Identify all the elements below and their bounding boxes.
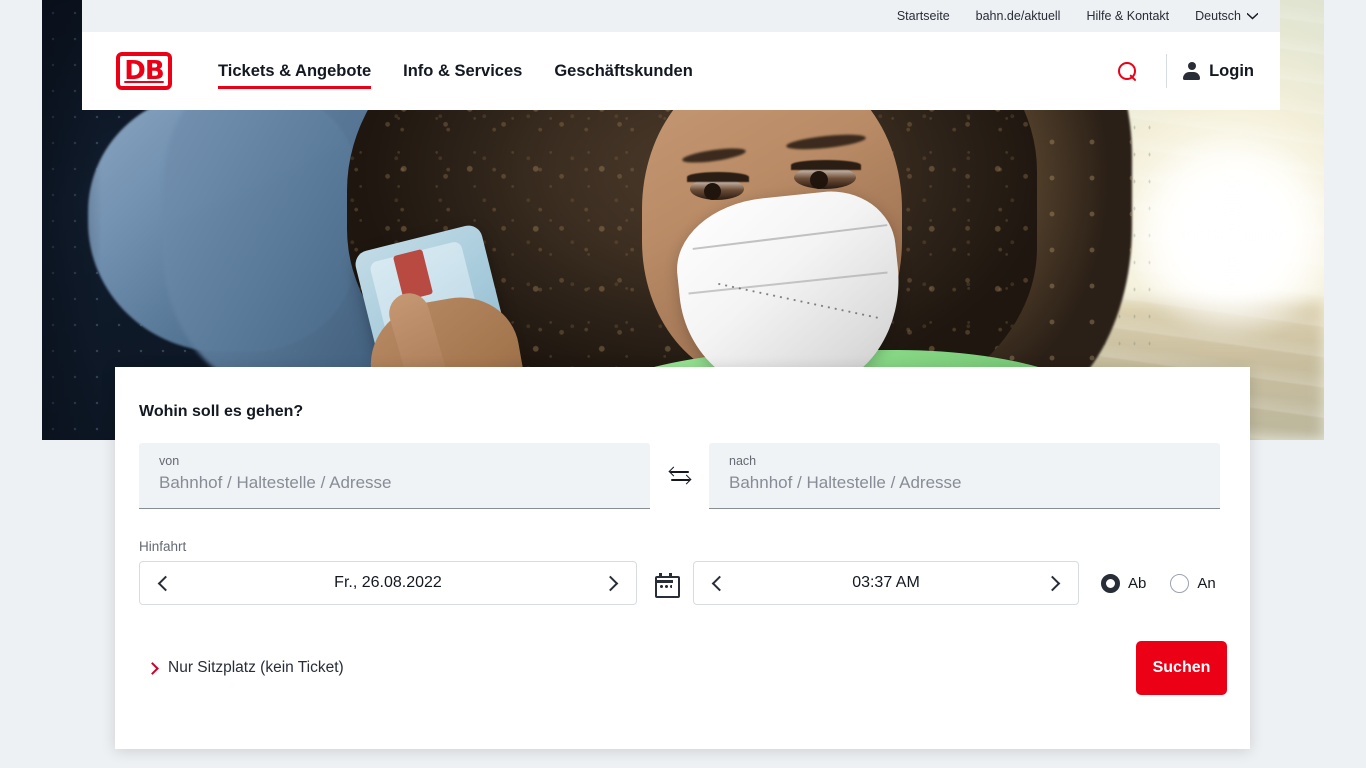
nav-item-tickets-angebote[interactable]: Tickets & Angebote [202, 40, 387, 103]
swap-arrows-icon [668, 466, 691, 486]
radio-an-label: An [1197, 574, 1216, 592]
pupil-right [810, 171, 828, 189]
navbar-divider [1166, 54, 1168, 88]
eyelid-left [687, 172, 749, 182]
radio-an[interactable]: An [1170, 573, 1216, 593]
db-logo[interactable]: DB [116, 52, 172, 90]
chevron-left-icon [157, 575, 174, 591]
time-stepper: 03:37 AM [693, 561, 1079, 605]
chevron-right-icon [146, 661, 159, 675]
page-root: Startseite bahn.de/aktuell Hilfe & Konta… [0, 0, 1366, 768]
datetime-row: Fr., 26.08.2022 03:37 AM Ab An [139, 561, 1226, 605]
language-selector[interactable]: Deutsch [1195, 9, 1258, 23]
radio-ab-dot [1101, 573, 1120, 593]
chevron-left-icon [711, 575, 728, 591]
login-button[interactable]: Login [1183, 62, 1254, 81]
eyelid-right [791, 160, 861, 170]
card-footer: Nur Sitzplatz (kein Ticket) Suchen [139, 641, 1227, 695]
search-button[interactable] [1104, 48, 1150, 94]
location-row: von nach [139, 443, 1226, 509]
from-input[interactable] [159, 470, 630, 493]
main-navbar: DB Tickets & Angebote Info & Services Ge… [82, 32, 1280, 110]
radio-an-dot [1170, 573, 1190, 593]
chevron-right-icon [1044, 575, 1061, 591]
seat-only-link[interactable]: Nur Sitzplatz (kein Ticket) [146, 659, 344, 677]
from-field[interactable]: von [139, 443, 650, 509]
nav-item-geschaeftskunden[interactable]: Geschäftskunden [538, 40, 708, 103]
swap-stations-button[interactable] [650, 443, 709, 509]
person-icon [1183, 62, 1201, 80]
to-input[interactable] [729, 470, 1200, 493]
search-submit-button[interactable]: Suchen [1136, 641, 1227, 695]
utility-link-aktuell[interactable]: bahn.de/aktuell [976, 9, 1061, 23]
to-field[interactable]: nach [709, 443, 1220, 509]
calendar-button[interactable] [637, 561, 693, 605]
trip-direction-label: Hinfahrt [139, 539, 187, 554]
radio-ab-label: Ab [1128, 574, 1147, 592]
chevron-right-icon [602, 575, 619, 591]
nav-item-info-services[interactable]: Info & Services [387, 40, 538, 103]
date-next-button[interactable] [588, 562, 636, 604]
card-title: Wohin soll es gehen? [139, 403, 304, 420]
calendar-icon [654, 572, 680, 598]
search-icon [1117, 61, 1137, 81]
from-label: von [159, 454, 180, 468]
navbar-actions: Login [1104, 48, 1254, 94]
time-prev-button[interactable] [694, 562, 742, 604]
sun-glare [1127, 130, 1324, 340]
language-label: Deutsch [1195, 9, 1241, 23]
login-label: Login [1209, 61, 1254, 80]
utility-bar: Startseite bahn.de/aktuell Hilfe & Konta… [82, 0, 1280, 32]
journey-search-card: Wohin soll es gehen? von nach Hinfahrt [115, 367, 1250, 749]
seat-only-label: Nur Sitzplatz (kein Ticket) [168, 659, 344, 676]
to-label: nach [729, 454, 757, 468]
utility-link-hilfe-kontakt[interactable]: Hilfe & Kontakt [1086, 9, 1169, 23]
date-prev-button[interactable] [140, 562, 188, 604]
time-value[interactable]: 03:37 AM [742, 574, 1030, 592]
date-value[interactable]: Fr., 26.08.2022 [188, 574, 588, 592]
utility-link-startseite[interactable]: Startseite [897, 9, 950, 23]
primary-nav: Tickets & Angebote Info & Services Gesch… [202, 40, 709, 103]
chevron-down-icon [1247, 12, 1258, 20]
radio-ab[interactable]: Ab [1101, 573, 1147, 593]
date-stepper: Fr., 26.08.2022 [139, 561, 637, 605]
time-next-button[interactable] [1030, 562, 1078, 604]
pupil-left [704, 183, 721, 200]
departure-arrival-radios: Ab An [1101, 573, 1216, 593]
